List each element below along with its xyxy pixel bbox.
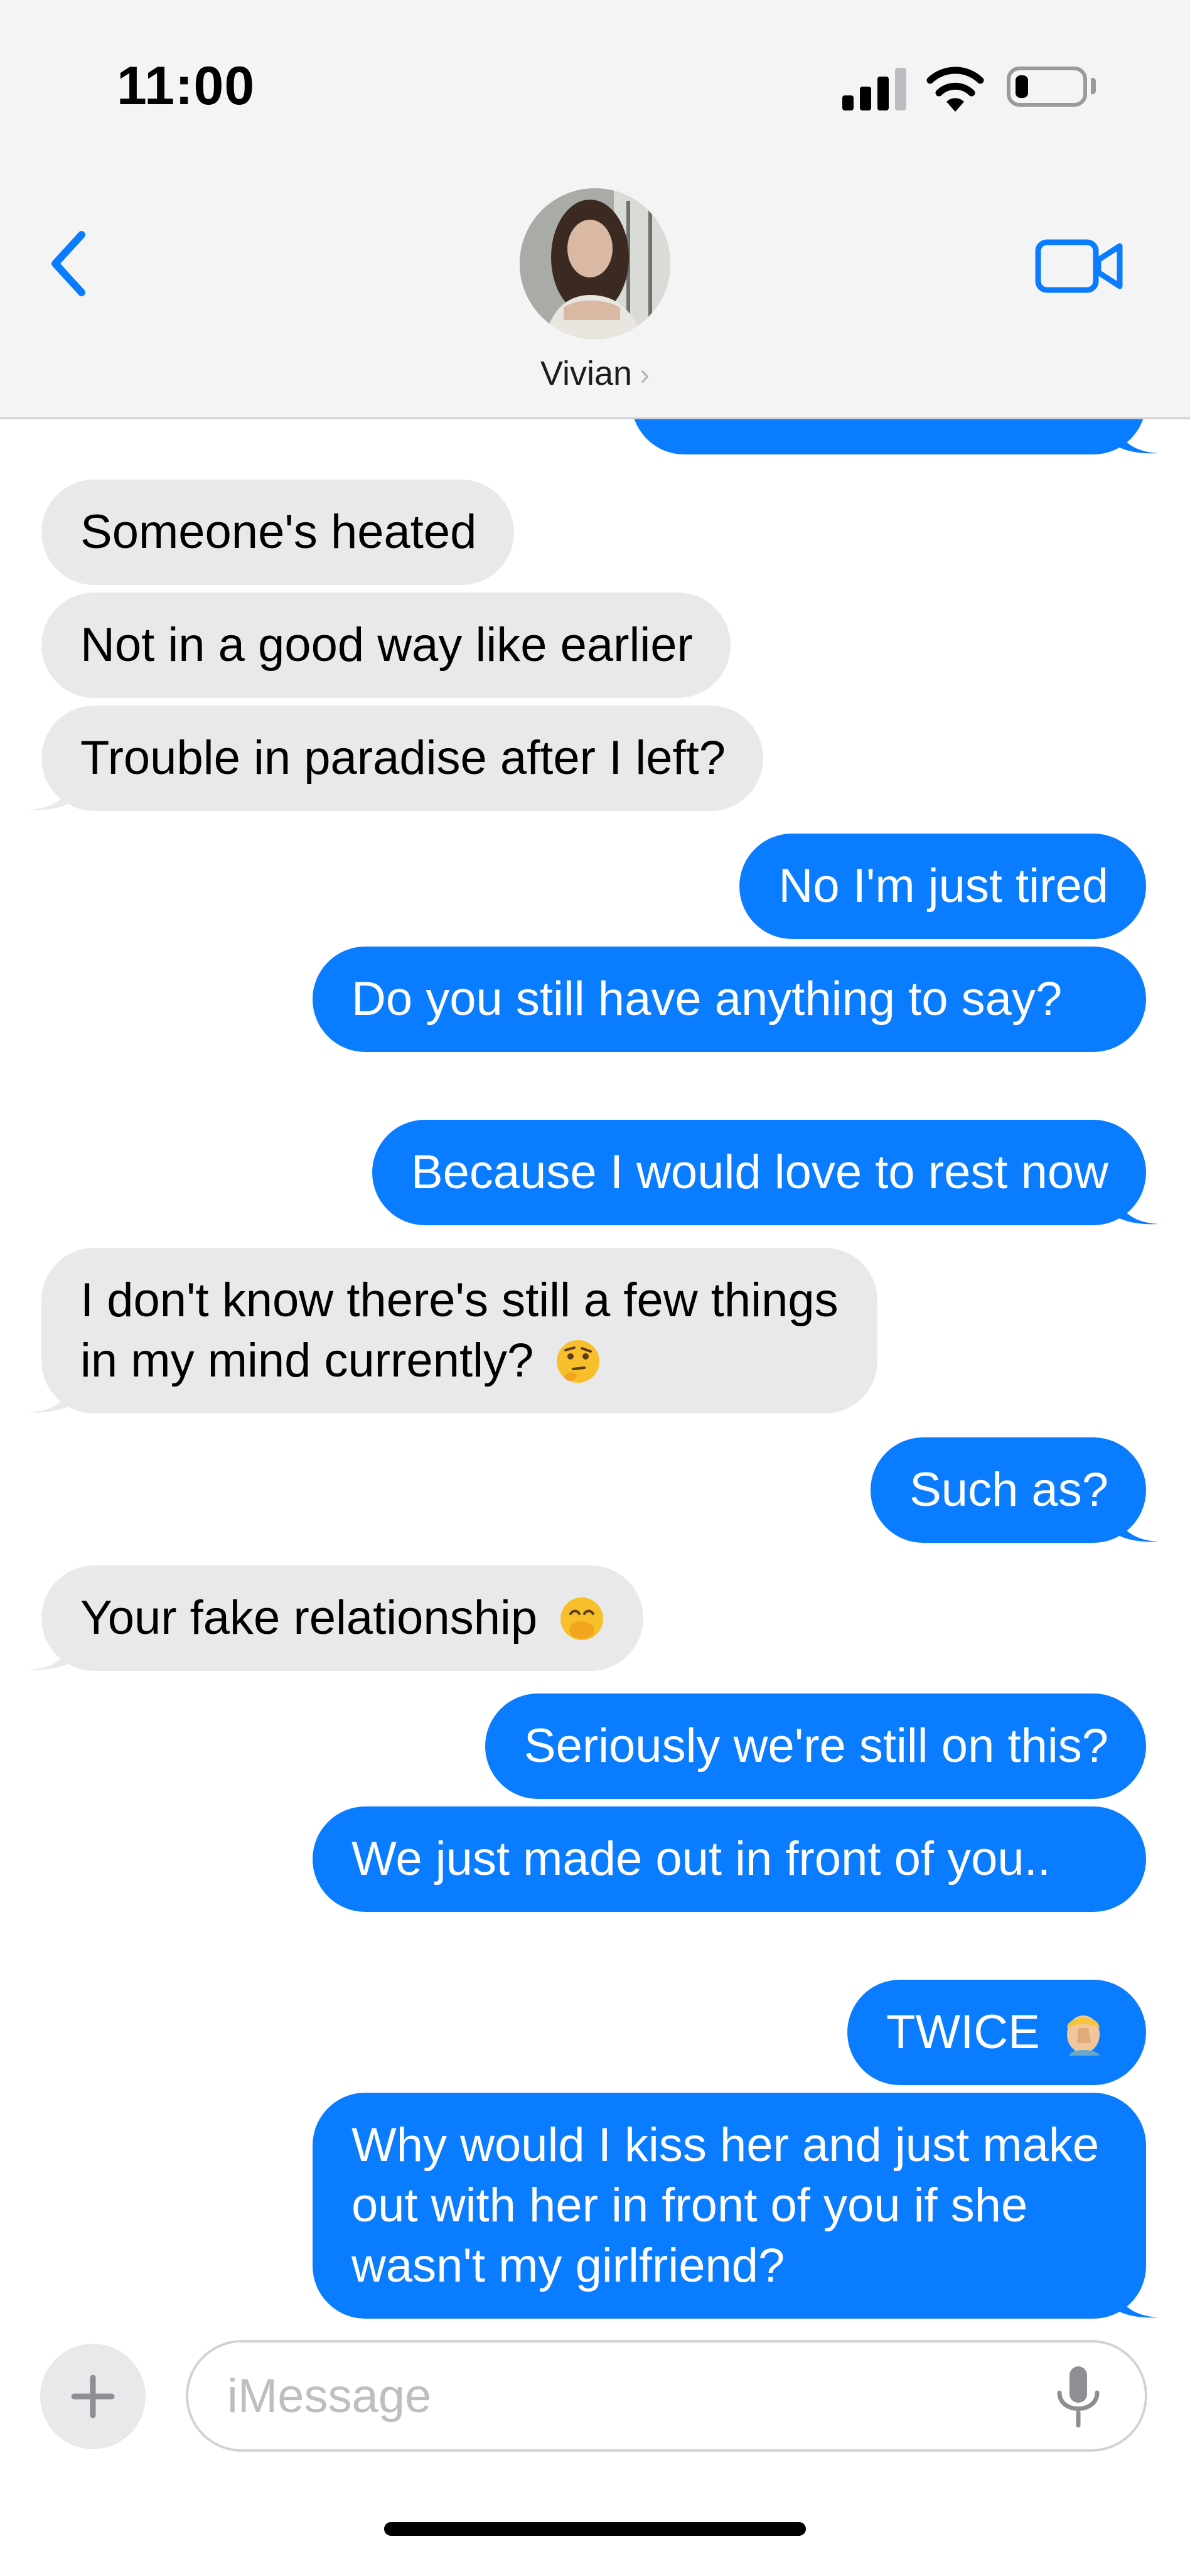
- face-with-hand-over-mouth-emoji: [560, 1597, 604, 1640]
- wifi-icon: [926, 67, 984, 112]
- microphone-icon[interactable]: [1053, 2364, 1103, 2429]
- battery-level-fill: [1016, 75, 1028, 98]
- bubble-tail: [1115, 2284, 1159, 2318]
- contact-name: Vivian: [540, 355, 633, 392]
- plus-icon: [71, 2375, 115, 2418]
- battery-tip: [1091, 78, 1096, 94]
- bubble-tail: [29, 776, 73, 810]
- message-field[interactable]: [186, 2340, 1147, 2452]
- message-bubble-outgoing[interactable]: TWICE: [847, 1980, 1146, 2085]
- bubble-tail: [1115, 419, 1159, 454]
- video-camera-icon: [1035, 239, 1099, 293]
- imessage-input[interactable]: [227, 2343, 1031, 2449]
- message-bubble-outgoing[interactable]: [631, 419, 1159, 454]
- status-time: 11:00: [117, 56, 255, 116]
- bubble-tail: [29, 1636, 73, 1670]
- contact-avatar[interactable]: [520, 188, 670, 339]
- person-facepalming-emoji: [1067, 2015, 1100, 2056]
- chevron-right-icon: ›: [640, 358, 650, 392]
- message-bubble-outgoing[interactable]: No I'm just tired: [739, 834, 1146, 939]
- home-indicator[interactable]: [384, 2522, 806, 2536]
- messages-screen: 11:00 Vivian › Someone's heated Not in a…: [0, 0, 1190, 2576]
- message-bubble-outgoing[interactable]: Such as?: [871, 1437, 1159, 1543]
- compose-bar: [0, 2321, 1190, 2576]
- cellular-signal-icon: [842, 68, 908, 110]
- bubble-tail: [29, 1378, 73, 1413]
- thinking-face-emoji: [557, 1340, 600, 1383]
- facetime-video-button[interactable]: [1034, 236, 1125, 296]
- message-bubble-outgoing[interactable]: Because I would love to rest now: [372, 1120, 1159, 1225]
- bubble-tail: [1115, 1508, 1159, 1542]
- message-bubble-incoming[interactable]: Someone's heated: [41, 480, 515, 585]
- battery-icon: [1007, 67, 1087, 107]
- avatar-photo: [520, 188, 670, 339]
- message-bubble-outgoing[interactable]: Do you still have anything to say?: [313, 947, 1146, 1052]
- message-bubble-outgoing[interactable]: Why would I kiss her and just make out w…: [313, 2093, 1159, 2319]
- message-bubble-outgoing[interactable]: Seriously we're still on this?: [485, 1693, 1146, 1799]
- message-bubble-outgoing[interactable]: We just made out in front of you..: [313, 1806, 1146, 1912]
- message-bubble-incoming[interactable]: Not in a good way like earlier: [41, 593, 731, 698]
- bubble-tail: [1115, 1190, 1159, 1225]
- message-bubble-incoming[interactable]: I don't know there's still a few things …: [29, 1248, 877, 1414]
- apps-plus-button[interactable]: [40, 2344, 146, 2449]
- message-bubble-incoming[interactable]: Trouble in paradise after I left?: [29, 706, 763, 811]
- message-thread[interactable]: Someone's heated Not in a good way like …: [0, 419, 1190, 2321]
- message-bubble-incoming[interactable]: Your fake relationship: [29, 1565, 644, 1671]
- back-button[interactable]: [45, 226, 95, 301]
- contact-name-link[interactable]: Vivian ›: [0, 354, 1190, 393]
- conversation-header: 11:00 Vivian ›: [0, 0, 1190, 419]
- chevron-left-icon: [51, 231, 85, 296]
